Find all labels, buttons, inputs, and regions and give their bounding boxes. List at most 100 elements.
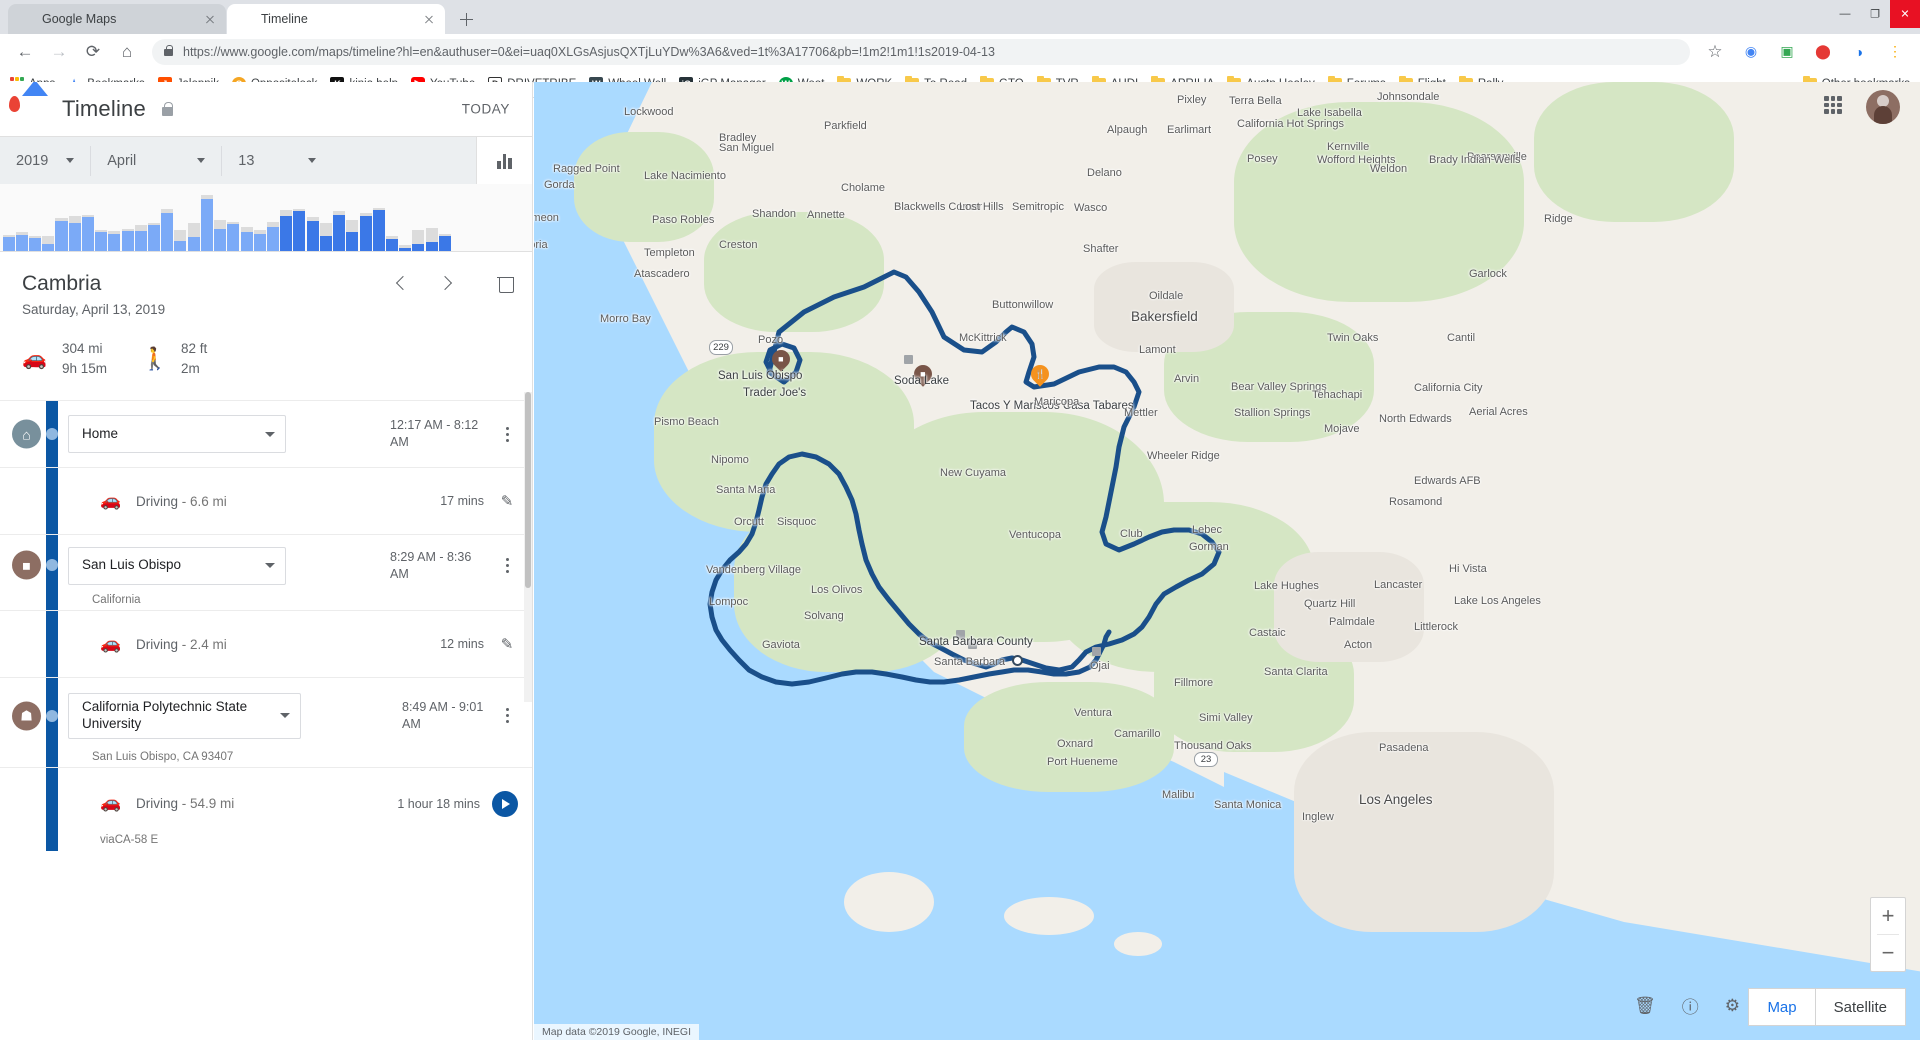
map-marker-icon[interactable] bbox=[904, 355, 913, 364]
activity-bar[interactable] bbox=[280, 184, 293, 251]
sidebar-scrollbar[interactable] bbox=[524, 392, 532, 702]
activity-bar[interactable] bbox=[29, 184, 42, 251]
activity-bar[interactable] bbox=[412, 184, 425, 251]
activity-bar[interactable] bbox=[174, 184, 187, 251]
apps-grid-icon[interactable] bbox=[1824, 96, 1842, 114]
extension-icon[interactable]: ◉ bbox=[1737, 38, 1765, 66]
day-dropdown[interactable]: 13 bbox=[222, 137, 332, 185]
chevron-right-icon[interactable] bbox=[437, 276, 451, 290]
activity-bar[interactable] bbox=[187, 184, 200, 251]
activity-bar[interactable] bbox=[240, 184, 253, 251]
adblock-icon[interactable]: ⬤ bbox=[1809, 38, 1837, 66]
timeline-travel-row[interactable]: 🚗 Driving - 2.4 mi 12 mins ✎ bbox=[0, 610, 532, 677]
map-marker-icon[interactable] bbox=[1092, 647, 1101, 656]
activity-bar[interactable] bbox=[372, 184, 385, 251]
activity-bar[interactable] bbox=[134, 184, 147, 251]
activity-bar[interactable] bbox=[492, 184, 504, 251]
shield-icon[interactable]: ▣ bbox=[1773, 38, 1801, 66]
chart-toggle-button[interactable] bbox=[476, 137, 532, 185]
activity-bar[interactable] bbox=[385, 184, 398, 251]
activity-bar[interactable] bbox=[161, 184, 174, 251]
activity-bar[interactable] bbox=[214, 184, 227, 251]
activity-bar[interactable] bbox=[465, 184, 477, 251]
timeline-place-row[interactable]: ⌂ Home 12:17 AM - 8:12 AM bbox=[0, 400, 532, 467]
activity-bar[interactable] bbox=[55, 184, 68, 251]
activity-bar-chart[interactable] bbox=[0, 184, 532, 252]
activity-bar[interactable] bbox=[15, 184, 28, 251]
forward-button[interactable]: → bbox=[45, 38, 73, 66]
star-icon[interactable]: ☆ bbox=[1701, 38, 1729, 66]
activity-bar[interactable] bbox=[2, 184, 15, 251]
activity-bar[interactable] bbox=[452, 184, 464, 251]
map-place-label: Lockwood bbox=[624, 106, 674, 118]
kebab-menu-icon[interactable] bbox=[496, 558, 518, 574]
timeline-travel-row[interactable]: 🚗 Driving - 6.6 mi 17 mins ✎ bbox=[0, 467, 532, 534]
trash-icon[interactable] bbox=[497, 274, 514, 293]
zoom-in-button[interactable]: + bbox=[1871, 898, 1905, 934]
activity-bar[interactable] bbox=[438, 184, 451, 251]
place-dropdown[interactable]: California Polytechnic State University bbox=[68, 692, 301, 739]
today-button[interactable]: TODAY bbox=[462, 102, 510, 117]
home-button[interactable]: ⌂ bbox=[113, 38, 141, 66]
place-dropdown[interactable]: Home bbox=[68, 415, 286, 454]
activity-bar[interactable] bbox=[399, 184, 412, 251]
activity-bar[interactable] bbox=[42, 184, 55, 251]
activity-bar[interactable] bbox=[68, 184, 81, 251]
map-type-map-button[interactable]: Map bbox=[1748, 988, 1816, 1026]
help-icon[interactable]: ⓘ bbox=[1682, 993, 1699, 1018]
activity-bar[interactable] bbox=[306, 184, 319, 251]
minimize-button[interactable]: — bbox=[1830, 0, 1860, 28]
address-bar[interactable]: https://www.google.com/maps/timeline?hl=… bbox=[152, 38, 1690, 65]
reload-button[interactable]: ⟳ bbox=[79, 38, 107, 66]
activity-bar[interactable] bbox=[81, 184, 94, 251]
place-dropdown[interactable]: San Luis Obispo bbox=[68, 546, 286, 585]
new-tab-button[interactable] bbox=[452, 5, 480, 33]
activity-bar[interactable] bbox=[505, 184, 517, 251]
zoom-controls: + − bbox=[1870, 897, 1906, 972]
play-icon[interactable] bbox=[492, 790, 518, 817]
year-dropdown[interactable]: 2019 bbox=[0, 137, 90, 185]
kebab-menu-icon[interactable] bbox=[496, 708, 518, 724]
activity-bar[interactable] bbox=[108, 184, 121, 251]
activity-bar[interactable] bbox=[425, 184, 438, 251]
close-icon[interactable] bbox=[421, 11, 437, 27]
activity-bar[interactable] bbox=[359, 184, 372, 251]
timeline-travel-row[interactable]: 🚗 Driving - 54.9 mi 1 hour 18 mins viaCA… bbox=[0, 767, 532, 851]
close-icon[interactable] bbox=[202, 11, 218, 27]
edit-icon[interactable]: ✎ bbox=[496, 492, 518, 510]
chevron-left-icon[interactable] bbox=[395, 276, 409, 290]
timeline-place-row[interactable]: ☗ California Polytechnic State Universit… bbox=[0, 677, 532, 767]
activity-bar[interactable] bbox=[293, 184, 306, 251]
avatar[interactable] bbox=[1866, 90, 1900, 124]
activity-bar[interactable] bbox=[266, 184, 279, 251]
activity-bar[interactable] bbox=[95, 184, 108, 251]
account-icon[interactable]: ◑ bbox=[1845, 38, 1873, 66]
activity-bar[interactable] bbox=[227, 184, 240, 251]
map-canvas[interactable]: ■ ■ 🍴 San Luis Obispo Trader Joe's Soda … bbox=[534, 82, 1920, 1040]
activity-bar[interactable] bbox=[253, 184, 266, 251]
trash-icon[interactable]: 🗑 bbox=[1634, 996, 1656, 1016]
gear-icon[interactable]: ⚙ bbox=[1725, 996, 1740, 1016]
tab-timeline[interactable]: Timeline bbox=[227, 4, 445, 34]
close-window-button[interactable]: ✕ bbox=[1890, 0, 1920, 28]
activity-bar[interactable] bbox=[518, 184, 530, 251]
activity-bar[interactable] bbox=[478, 184, 490, 251]
activity-bar[interactable] bbox=[121, 184, 134, 251]
scrollbar-thumb[interactable] bbox=[525, 392, 531, 588]
map-waypoint-icon[interactable] bbox=[1012, 655, 1023, 666]
back-button[interactable]: ← bbox=[11, 38, 39, 66]
menu-icon[interactable]: ⋮ bbox=[1881, 38, 1909, 66]
kebab-menu-icon[interactable] bbox=[496, 426, 518, 442]
map-type-satellite-button[interactable]: Satellite bbox=[1815, 988, 1906, 1026]
activity-bar[interactable] bbox=[200, 184, 213, 251]
activity-bar[interactable] bbox=[319, 184, 332, 251]
timeline-place-row[interactable]: ■ San Luis Obispo 8:29 AM - 8:36 AM Cali… bbox=[0, 534, 532, 610]
maximize-button[interactable]: ❐ bbox=[1860, 0, 1890, 28]
tab-google-maps[interactable]: Google Maps bbox=[8, 4, 226, 34]
edit-icon[interactable]: ✎ bbox=[496, 635, 518, 653]
activity-bar[interactable] bbox=[346, 184, 359, 251]
zoom-out-button[interactable]: − bbox=[1871, 935, 1905, 971]
activity-bar[interactable] bbox=[333, 184, 346, 251]
month-dropdown[interactable]: April bbox=[91, 137, 221, 185]
activity-bar[interactable] bbox=[148, 184, 161, 251]
